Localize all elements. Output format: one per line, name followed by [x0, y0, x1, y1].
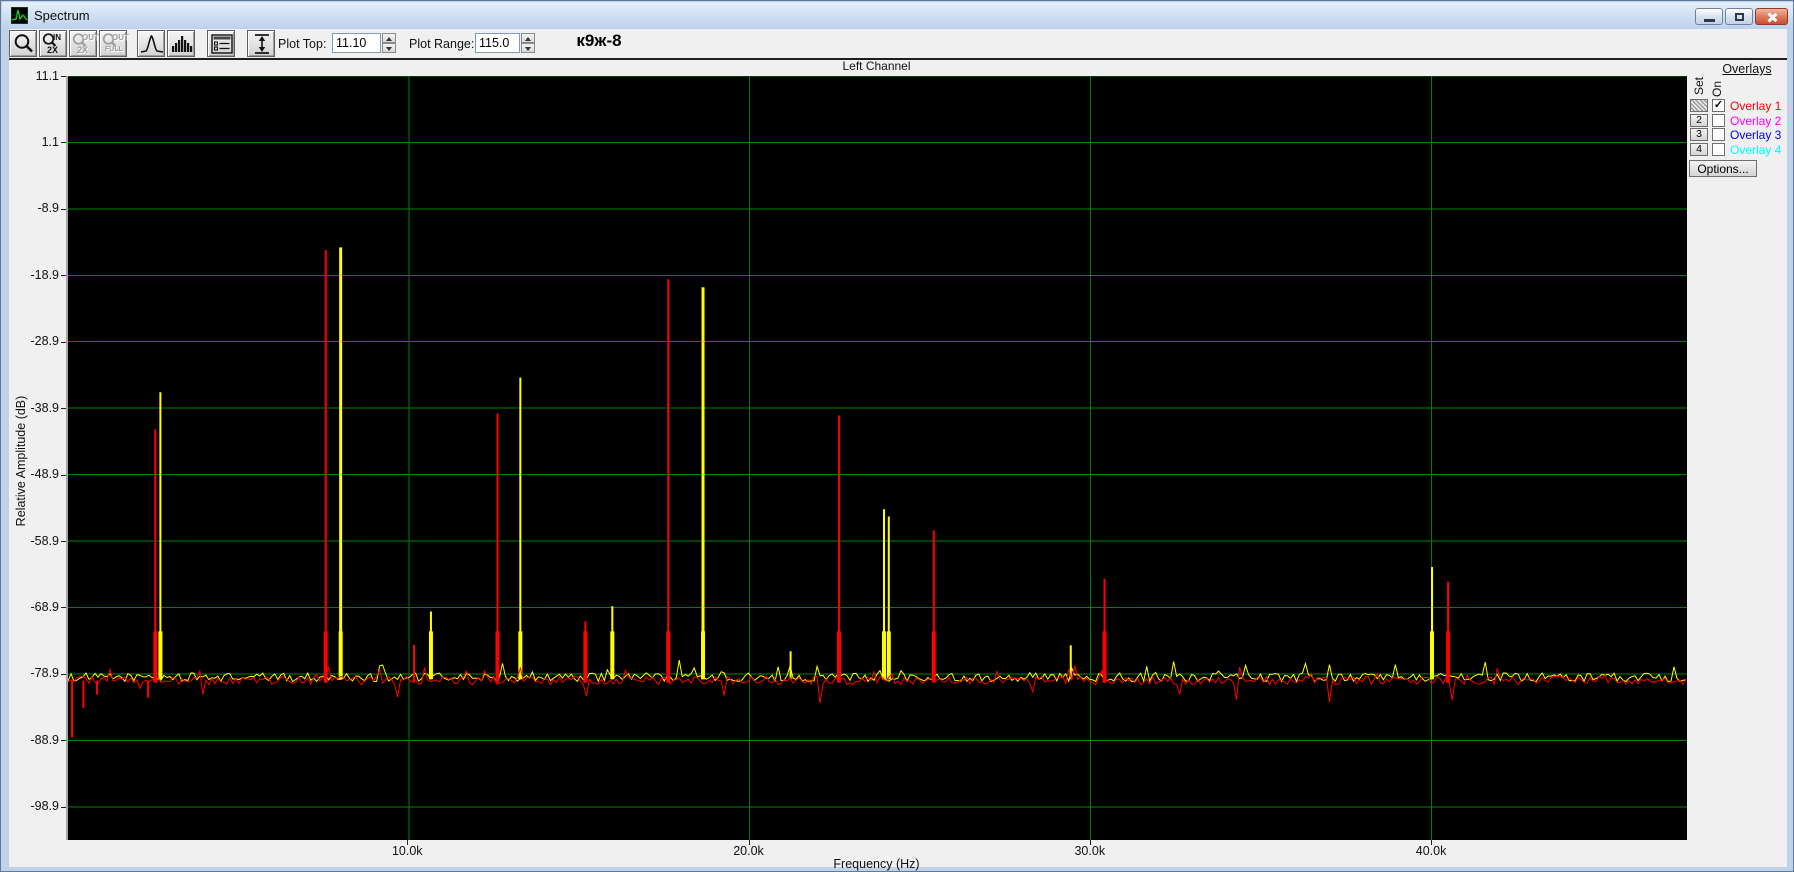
plot-range-spinner [521, 33, 535, 53]
y-tick-label: 1.1 [1, 135, 59, 150]
x-tick-label: 20.0k [724, 844, 774, 858]
maximize-button[interactable] [1725, 8, 1753, 25]
y-tick-label: -88.9 [1, 733, 59, 748]
plot-range-spin-down[interactable] [521, 43, 535, 53]
plot-top-input[interactable] [332, 33, 381, 53]
y-tick-mark [61, 275, 66, 276]
overlay-checkbox-3[interactable] [1712, 128, 1725, 141]
x-tick-label: 40.0k [1406, 844, 1456, 858]
zoom-in-2x-button[interactable]: IN 2X [39, 30, 67, 57]
y-tick-mark [61, 740, 66, 741]
minimize-button[interactable] [1695, 8, 1723, 25]
y-tick-mark [61, 142, 66, 143]
spectrum-bars-icon [168, 31, 196, 57]
y-axis-label: Relative Amplitude (dB) [14, 396, 28, 527]
overlay-label-4: Overlay 4 [1730, 143, 1781, 157]
plot-top-label: Plot Top: [278, 37, 326, 51]
maximize-icon [1735, 13, 1744, 21]
zoom-out-full-text2: FULL [105, 46, 123, 53]
control-dialog-button[interactable] [207, 30, 235, 57]
y-tick-mark [61, 408, 66, 409]
overlay-label-2: Overlay 2 [1730, 114, 1781, 128]
y-tick-mark [61, 807, 66, 808]
close-button[interactable] [1755, 8, 1788, 25]
zoom-out-full-text: OUT [112, 33, 129, 42]
plot-range-spin-up[interactable] [521, 33, 535, 43]
y-tick-mark [61, 674, 66, 675]
zoom-out-text: OUT [82, 33, 99, 42]
plot-range-label: Plot Range: [409, 37, 474, 51]
y-tick-label: -38.9 [1, 401, 59, 416]
y-tick-label: 11.1 [1, 69, 59, 84]
plot-top-spin-up[interactable] [382, 33, 396, 43]
y-tick-mark [61, 475, 66, 476]
y-tick-label: -48.9 [1, 467, 59, 482]
overlays-on-column-label: On [1710, 81, 1724, 97]
zoom-out-full-button[interactable]: OUT FULL [99, 30, 127, 57]
y-tick-label: -68.9 [1, 600, 59, 615]
y-tick-mark [61, 342, 66, 343]
overlay-checkbox-4[interactable] [1712, 143, 1725, 156]
spectrum-curve-icon [138, 31, 166, 57]
overlay-set-button-4[interactable]: 4 [1690, 143, 1708, 156]
channel-title: Left Channel [66, 59, 1687, 73]
bars-mode-button[interactable] [167, 30, 195, 57]
vertical-autoscale-button[interactable] [247, 30, 275, 57]
y-tick-label: -78.9 [1, 666, 59, 681]
overlay-label-3: Overlay 3 [1730, 128, 1781, 142]
dialog-icon [208, 31, 236, 57]
plot-top-spin-down[interactable] [382, 43, 396, 53]
spectrum-traces [68, 76, 1687, 840]
overlays-set-column-label: Set [1692, 77, 1706, 95]
zoom-in-2x-text: 2X [47, 45, 58, 55]
x-tick-label: 30.0k [1065, 844, 1115, 858]
minimize-icon [1704, 19, 1715, 22]
overlay-set-button-2[interactable]: 2 [1690, 114, 1708, 127]
zoom-in-text: IN [53, 33, 61, 42]
overlay-label-1: Overlay 1 [1730, 99, 1781, 113]
overlays-options-button[interactable]: Options... [1689, 160, 1757, 177]
zoom-out-2x-text: 2X [77, 45, 88, 55]
y-tick-label: -58.9 [1, 534, 59, 549]
zoom-out-2x-button[interactable]: OUT 2X [69, 30, 97, 57]
titlebar[interactable]: Spectrum [2, 2, 1794, 29]
x-axis-label: Frequency (Hz) [66, 857, 1687, 871]
y-tick-label: -8.9 [1, 201, 59, 216]
x-tick-mark [407, 840, 408, 845]
x-tick-mark [749, 840, 750, 845]
overlays-heading[interactable]: Overlays [1707, 62, 1787, 76]
user-plot-title: к9ж-8 [539, 31, 659, 51]
spectrum-plot-area[interactable] [66, 76, 1687, 840]
plot-range-input[interactable] [475, 33, 520, 53]
vertical-range-icon [248, 31, 276, 57]
y-tick-mark [61, 209, 66, 210]
window-title: Spectrum [34, 8, 90, 23]
y-tick-label: -98.9 [1, 799, 59, 814]
y-tick-mark [61, 76, 66, 77]
x-tick-label: 10.0k [382, 844, 432, 858]
y-tick-mark [61, 607, 66, 608]
overlay-checkbox-2[interactable] [1712, 114, 1725, 127]
app-icon [11, 7, 28, 24]
magnifier-icon [10, 31, 38, 57]
x-tick-mark [1090, 840, 1091, 845]
zoom-button[interactable] [9, 30, 37, 57]
plot-top-spinner [382, 33, 396, 53]
x-tick-mark [1431, 840, 1432, 845]
curve-mode-button[interactable] [137, 30, 165, 57]
spectrum-window: Spectrum IN 2X OUT 2X OUT FULL [0, 0, 1794, 872]
y-tick-label: -28.9 [1, 334, 59, 349]
y-tick-label: -18.9 [1, 268, 59, 283]
y-tick-mark [61, 541, 66, 542]
overlay-set-button-1[interactable]: 1 [1690, 99, 1708, 112]
overlay-set-button-3[interactable]: 3 [1690, 128, 1708, 141]
overlay-checkbox-1[interactable]: ✓ [1712, 99, 1725, 112]
